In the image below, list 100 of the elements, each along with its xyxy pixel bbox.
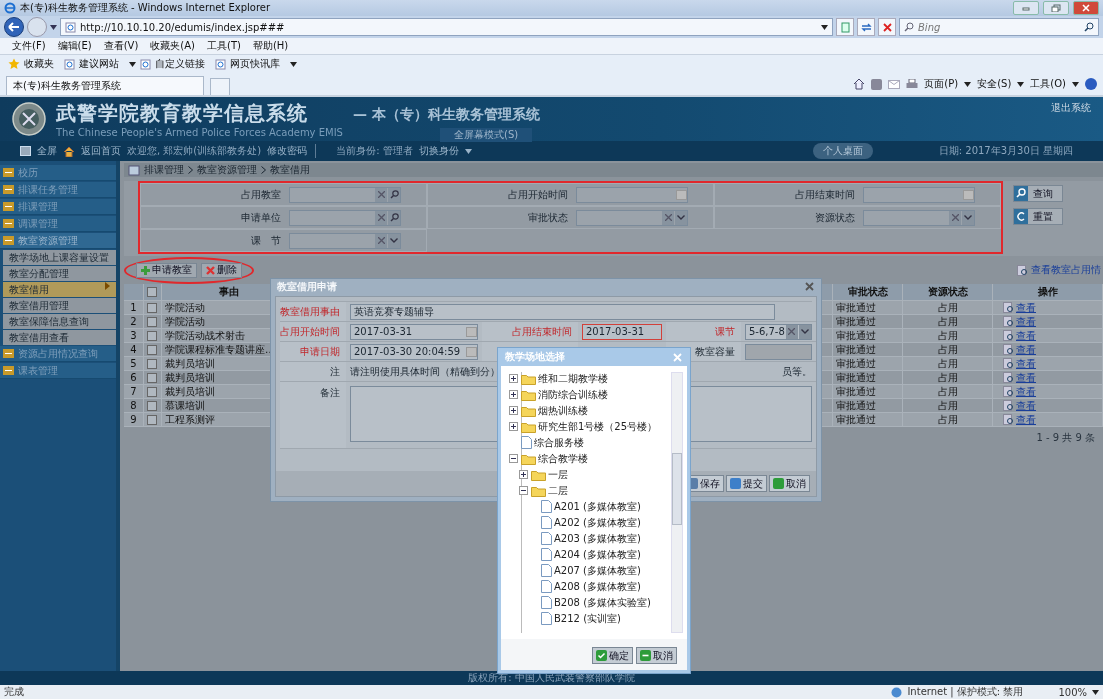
menu-item[interactable]: 文件(F) bbox=[12, 39, 46, 53]
logout-link[interactable]: 退出系统 bbox=[1051, 101, 1091, 115]
view-link[interactable]: 查看 bbox=[1016, 413, 1036, 426]
clear-icon[interactable] bbox=[949, 210, 961, 225]
delete-button[interactable]: 删除 bbox=[201, 262, 242, 278]
row-checkbox[interactable] bbox=[147, 400, 157, 411]
row-checkbox[interactable] bbox=[147, 358, 157, 369]
refresh-button[interactable] bbox=[857, 18, 875, 36]
tree-item[interactable]: 一层 bbox=[548, 467, 568, 482]
caret-icon[interactable] bbox=[464, 148, 472, 154]
menu-item[interactable]: 收藏夹(A) bbox=[150, 39, 195, 53]
search-field[interactable] bbox=[289, 232, 401, 249]
search-button[interactable]: 查询 bbox=[1013, 185, 1063, 202]
favorites-link[interactable]: 网页快讯库 bbox=[230, 57, 280, 71]
tree-toggle-icon[interactable] bbox=[509, 454, 518, 463]
scrollbar[interactable] bbox=[671, 372, 683, 633]
dropdown-icon[interactable] bbox=[50, 24, 57, 30]
switch-identity-menu[interactable]: 切换身份 bbox=[418, 144, 459, 158]
clear-icon[interactable] bbox=[375, 187, 387, 202]
address-field[interactable]: http://10.10.10.20/edumis/index.jsp### bbox=[60, 18, 833, 36]
ok-button[interactable]: 确定 bbox=[592, 647, 633, 664]
calendar-icon[interactable] bbox=[466, 346, 477, 357]
home-icon[interactable] bbox=[853, 78, 866, 90]
tree-item[interactable]: A208 (多媒体教室) bbox=[554, 579, 641, 594]
view-link[interactable]: 查看 bbox=[1016, 329, 1036, 342]
apply-date-field[interactable]: 2017-03-30 20:04:59 bbox=[350, 343, 478, 360]
mail-icon[interactable] bbox=[888, 79, 901, 89]
row-checkbox[interactable] bbox=[147, 344, 157, 355]
clear-icon[interactable] bbox=[375, 210, 387, 225]
new-tab-button[interactable] bbox=[210, 78, 230, 95]
cancel-button[interactable]: 取消 bbox=[769, 475, 810, 492]
print-icon[interactable] bbox=[906, 78, 919, 90]
search-field[interactable] bbox=[863, 209, 975, 226]
sidebar-item[interactable]: 教室借用查看 bbox=[3, 330, 116, 345]
apply-button[interactable]: 申请教室 bbox=[136, 262, 197, 278]
caret-icon[interactable] bbox=[1092, 689, 1099, 695]
tree-item[interactable]: A201 (多媒体教室) bbox=[554, 499, 641, 514]
search-field[interactable]: Bing bbox=[899, 18, 1099, 36]
calendar-icon[interactable] bbox=[676, 189, 687, 200]
tree-item[interactable]: 综合服务楼 bbox=[534, 435, 584, 450]
row-checkbox[interactable] bbox=[147, 386, 157, 397]
menu-item[interactable]: 编辑(E) bbox=[57, 39, 92, 53]
calendar-icon[interactable] bbox=[466, 326, 477, 337]
favorites-link[interactable]: 建议网站 bbox=[79, 57, 119, 71]
home-link[interactable]: 返回首页 bbox=[81, 144, 121, 158]
zoom-level[interactable]: 100% bbox=[1058, 686, 1087, 698]
view-link[interactable]: 查看 bbox=[1016, 301, 1036, 314]
menu-item[interactable]: 工具(T) bbox=[207, 39, 241, 53]
tree-item[interactable]: B208 (多媒体实验室) bbox=[554, 595, 651, 610]
search-field[interactable] bbox=[863, 186, 975, 203]
tree-toggle-icon[interactable] bbox=[509, 374, 518, 383]
dropdown-icon[interactable] bbox=[821, 24, 828, 30]
search-icon[interactable] bbox=[1084, 22, 1094, 32]
tree-item[interactable]: 综合教学楼 bbox=[538, 451, 588, 466]
view-link[interactable]: 查看 bbox=[1016, 385, 1036, 398]
capacity-field[interactable] bbox=[745, 343, 812, 360]
sidebar-item[interactable]: 教室借用 bbox=[3, 282, 116, 297]
row-checkbox[interactable] bbox=[147, 302, 157, 313]
command-menu[interactable]: 安全(S) bbox=[977, 77, 1012, 91]
search-field[interactable] bbox=[576, 186, 688, 203]
sidebar-item[interactable]: 教学场地上课容量设置 bbox=[3, 250, 116, 265]
tree-item[interactable]: 研究生部1号楼（25号楼） bbox=[538, 419, 658, 434]
restore-button[interactable] bbox=[1043, 1, 1069, 15]
dropdown-icon[interactable] bbox=[129, 61, 136, 67]
submit-button[interactable]: 提交 bbox=[726, 475, 767, 492]
sidebar-item[interactable]: 教室借用管理 bbox=[3, 298, 116, 313]
input-field[interactable]: 2017-03-31 bbox=[582, 323, 662, 340]
caret-icon[interactable] bbox=[964, 81, 972, 87]
input-field[interactable]: 2017-03-31 bbox=[350, 323, 478, 340]
tree-toggle-icon[interactable] bbox=[519, 470, 528, 479]
clear-icon[interactable] bbox=[662, 210, 674, 225]
favorites-link[interactable]: 收藏夹 bbox=[24, 57, 54, 71]
tree-item[interactable]: A204 (多媒体教室) bbox=[554, 547, 641, 562]
clear-icon[interactable] bbox=[785, 324, 798, 339]
tree-item[interactable]: A203 (多媒体教室) bbox=[554, 531, 641, 546]
reason-field[interactable]: 英语竞赛专题辅导 bbox=[350, 303, 775, 320]
minimize-button[interactable] bbox=[1013, 1, 1039, 15]
search-icon[interactable] bbox=[388, 210, 400, 225]
tree-item[interactable]: B212 (实训室) bbox=[554, 611, 621, 626]
change-password-link[interactable]: 修改密码 bbox=[267, 144, 317, 158]
menu-item[interactable]: 查看(V) bbox=[103, 39, 139, 53]
sidebar-item[interactable]: 教室保障信息查询 bbox=[3, 314, 116, 329]
caret-icon[interactable] bbox=[1072, 81, 1079, 87]
tree-item[interactable]: 维和二期教学楼 bbox=[538, 371, 608, 386]
tree-toggle-icon[interactable] bbox=[509, 422, 518, 431]
dropdown-icon[interactable] bbox=[798, 324, 811, 339]
reset-button[interactable]: 重置 bbox=[1013, 208, 1063, 225]
close-button[interactable] bbox=[803, 280, 815, 293]
fullscreen-link[interactable]: 全屏 bbox=[37, 144, 57, 158]
compatibility-button[interactable] bbox=[836, 18, 854, 36]
tree-item[interactable]: 消防综合训练楼 bbox=[538, 387, 608, 402]
view-link[interactable]: 查看 bbox=[1016, 357, 1036, 370]
search-field[interactable] bbox=[576, 209, 688, 226]
back-button[interactable] bbox=[4, 17, 24, 37]
tree-item[interactable]: 二层 bbox=[548, 483, 568, 498]
stop-button[interactable] bbox=[878, 18, 896, 36]
menu-item[interactable]: 帮助(H) bbox=[252, 39, 289, 53]
search-field[interactable] bbox=[289, 186, 401, 203]
tree-toggle-icon[interactable] bbox=[509, 390, 518, 399]
sidebar-item[interactable]: 教室分配管理 bbox=[3, 266, 116, 281]
